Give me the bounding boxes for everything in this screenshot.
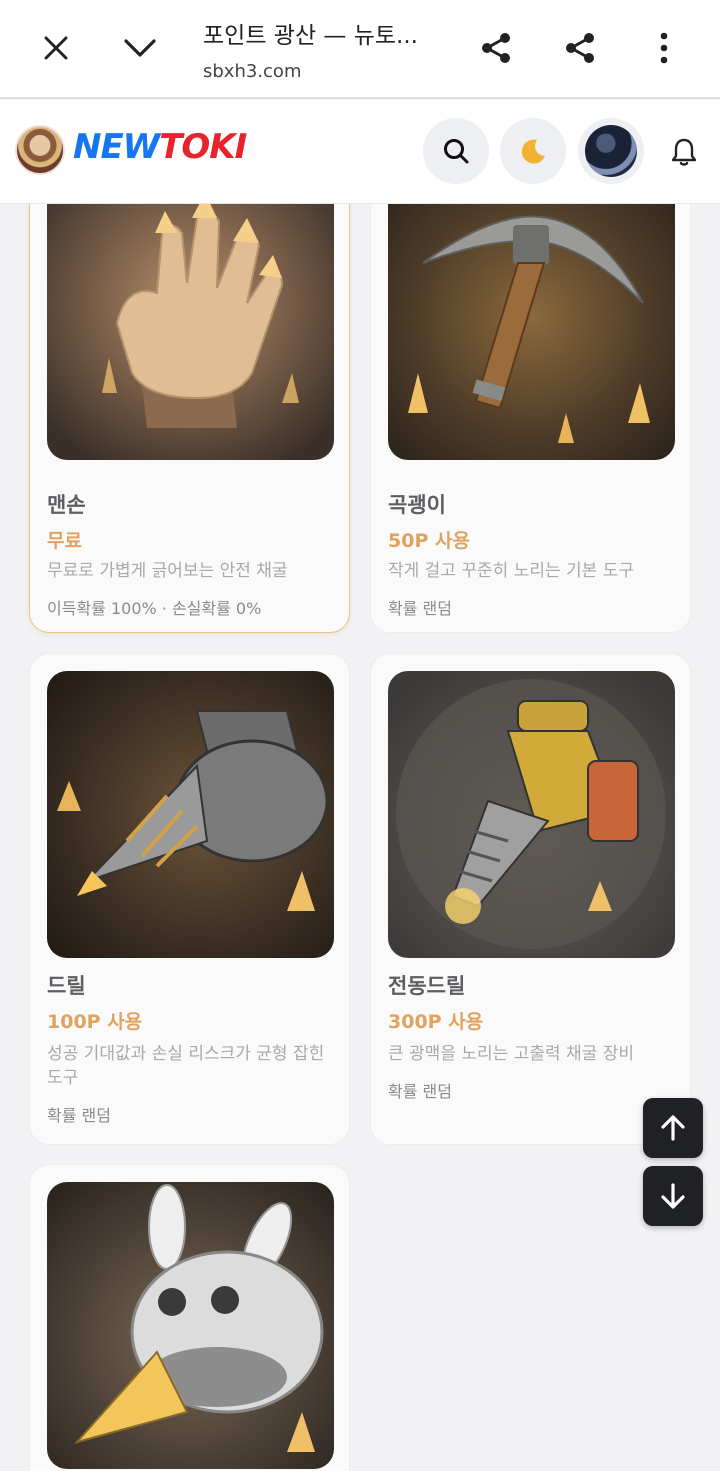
tool-image-rabbit-drill	[47, 1182, 334, 1469]
logo-mascot[interactable]	[15, 125, 65, 175]
tool-name: 드릴	[47, 974, 86, 998]
tool-card[interactable]: 드릴 100P 사용 성공 기대값과 손실 리스크가 균형 잡힌 도구 확률 랜…	[29, 653, 350, 1145]
tool-description: 무료로 가볍게 긁어보는 안전 채굴	[47, 561, 288, 581]
tool-probability: 이득확률 100% · 손실확률 0%	[47, 599, 262, 618]
tool-image-drill	[47, 671, 334, 958]
search-icon	[444, 139, 469, 164]
tool-image-hand	[47, 204, 334, 460]
tool-name: 곡괭이	[388, 493, 446, 517]
search-button[interactable]	[423, 118, 489, 184]
tool-description: 성공 기대값과 손실 리스크가 균형 잡힌 도구	[47, 1044, 325, 1088]
tool-card[interactable]	[29, 1164, 350, 1471]
tool-price: 100P 사용	[47, 1011, 143, 1033]
arrow-down-icon	[661, 1183, 685, 1209]
scroll-bottom-button[interactable]	[643, 1166, 703, 1226]
page-title: 포인트 광산 — 뉴토...	[203, 23, 418, 49]
tool-card[interactable]: 맨손 무료 무료로 가볍게 긁어보는 안전 채굴 이득확률 100% · 손실확…	[29, 204, 350, 633]
share-icon[interactable]	[556, 24, 604, 72]
avatar-image	[585, 125, 637, 177]
scroll-top-button[interactable]	[643, 1098, 703, 1158]
tool-probability: 확률 랜덤	[47, 1106, 111, 1125]
tool-probability: 확률 랜덤	[388, 1082, 452, 1101]
browser-toolbar: 포인트 광산 — 뉴토... sbxh3.com	[0, 0, 720, 99]
logo-toki: TOKI	[159, 127, 247, 167]
tool-grid: 맨손 무료 무료로 가볍게 긁어보는 안전 채굴 이득확률 100% · 손실확…	[0, 204, 720, 1471]
tool-name: 전동드릴	[388, 974, 466, 998]
logo-new: NEW	[73, 127, 160, 167]
tool-card[interactable]: 전동드릴 300P 사용 큰 광맥을 노리는 고출력 채굴 장비 확률 랜덤	[370, 653, 691, 1145]
more-vert-icon[interactable]	[640, 24, 688, 72]
close-icon[interactable]	[32, 24, 80, 72]
share-icon[interactable]	[472, 24, 520, 72]
tool-image-pickaxe	[388, 204, 675, 460]
site-logo[interactable]: NEWTOKI	[73, 127, 247, 167]
user-avatar[interactable]	[578, 118, 644, 184]
tool-price: 300P 사용	[388, 1011, 484, 1033]
moon-icon	[521, 139, 545, 164]
tool-description: 작게 걸고 꾸준히 노리는 기본 도구	[388, 561, 634, 581]
tool-probability: 확률 랜덤	[388, 599, 452, 618]
notification-button[interactable]	[664, 132, 704, 172]
tool-name: 맨손	[47, 493, 86, 517]
bell-icon	[671, 138, 697, 166]
tool-card[interactable]: 곡괭이 50P 사용 작게 걸고 꾸준히 노리는 기본 도구 확률 랜덤	[370, 204, 691, 633]
tool-price: 무료	[47, 530, 82, 552]
tool-image-power-drill	[388, 671, 675, 958]
tool-description: 큰 광맥을 노리는 고출력 채굴 장비	[388, 1044, 634, 1064]
arrow-up-icon	[661, 1115, 685, 1141]
dark-mode-toggle[interactable]	[500, 118, 566, 184]
tool-price: 50P 사용	[388, 530, 470, 552]
chevron-down-icon[interactable]	[116, 24, 164, 72]
url-text[interactable]: sbxh3.com	[203, 61, 301, 82]
